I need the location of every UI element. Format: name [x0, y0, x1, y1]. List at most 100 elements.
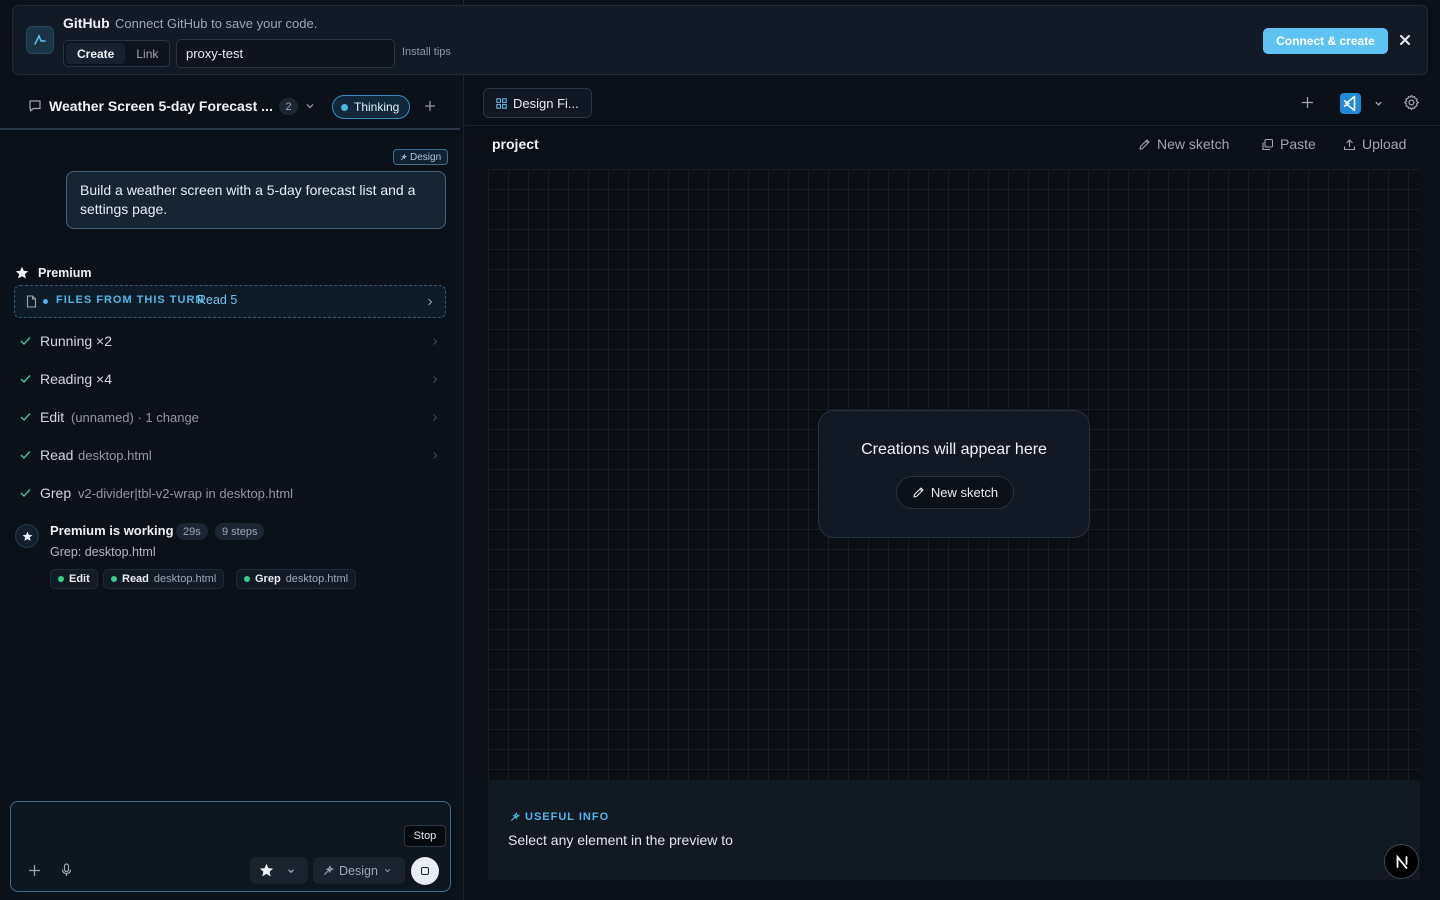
- empty-state-title: Creations will appear here: [861, 441, 1047, 458]
- chevron-right-icon: [426, 297, 434, 307]
- step-row-edit[interactable]: Edit (unnamed) · 1 change: [20, 407, 445, 429]
- toolbar-divider: [465, 125, 1440, 126]
- chat-header: Weather Screen 5-day Forecast ... 2 Thin…: [0, 84, 460, 130]
- chevron-down-icon[interactable]: [1373, 98, 1384, 109]
- segment-link[interactable]: Link: [125, 43, 169, 64]
- upload-label: Upload: [1362, 136, 1407, 152]
- chip-action: Read: [122, 573, 149, 585]
- step-row-read[interactable]: Read desktop.html: [20, 445, 445, 467]
- close-icon[interactable]: [1397, 32, 1413, 48]
- stop-button[interactable]: [411, 857, 439, 885]
- copy-icon: [1262, 138, 1274, 150]
- chevron-right-icon: [432, 337, 438, 346]
- chevron-down-icon: [384, 869, 391, 873]
- tab-label: Design Fi...: [513, 95, 579, 111]
- message-mode-tag: Design: [393, 149, 449, 165]
- chevron-down-icon[interactable]: [304, 100, 316, 112]
- chat-count-badge: 2: [279, 98, 298, 115]
- install-tips-link[interactable]: Install tips: [402, 46, 451, 58]
- agent-name: Premium: [38, 266, 92, 280]
- chip-file: desktop.html: [285, 573, 349, 585]
- file-icon: [26, 295, 37, 308]
- step-detail: desktop.html: [78, 448, 152, 463]
- tab-design-files[interactable]: Design Fi...: [483, 88, 592, 118]
- activity-chip-read: Read desktop.html: [103, 569, 225, 589]
- status-dot: [58, 576, 64, 582]
- files-label: FILES FROM THIS TURN: [56, 294, 205, 306]
- pencil-icon: [913, 487, 924, 498]
- chat-bubble-icon: [28, 99, 42, 113]
- info-label-text: USEFUL INFO: [525, 811, 610, 823]
- step-label: Edit: [40, 409, 65, 425]
- useful-info-text: Select any element in the preview to: [508, 832, 733, 848]
- files-read-count: Read 5: [197, 293, 238, 307]
- status-dot: [111, 576, 117, 582]
- new-sketch-label: New sketch: [1157, 136, 1230, 152]
- mode-selector[interactable]: Design: [313, 857, 405, 884]
- files-from-turn[interactable]: FILES FROM THIS TURN Read 5: [14, 285, 446, 318]
- segment-create[interactable]: Create: [66, 43, 126, 64]
- sparkle-icon: [400, 153, 407, 160]
- paste-label: Paste: [1280, 136, 1316, 152]
- step-detail: v2-divider|tbl-v2-wrap in desktop.html: [78, 486, 294, 501]
- step-label: Grep: [40, 485, 72, 501]
- useful-info-panel: USEFUL INFO Select any element in the pr…: [488, 780, 1420, 880]
- create-link-toggle: Create Link: [63, 40, 170, 67]
- activity-chip-grep: Grep desktop.html: [236, 569, 357, 589]
- microphone-icon[interactable]: [60, 863, 73, 877]
- pencil-icon: [1139, 138, 1150, 150]
- add-tab-plus-icon[interactable]: [1301, 96, 1314, 109]
- paste-button[interactable]: Paste: [1261, 136, 1316, 152]
- thinking-status-pill[interactable]: Thinking: [332, 95, 410, 119]
- check-icon: [20, 450, 31, 460]
- studio-logo-icon: [26, 26, 54, 54]
- star-icon: [259, 863, 274, 877]
- model-selector[interactable]: [250, 857, 308, 884]
- github-title: GitHub: [63, 15, 110, 31]
- star-icon: [15, 266, 29, 279]
- working-title: Premium is working: [50, 523, 174, 538]
- star-icon: [22, 531, 32, 541]
- vscode-icon[interactable]: [1340, 93, 1361, 114]
- check-icon: [20, 488, 31, 498]
- status-dot: [244, 576, 250, 582]
- design-tag-label: Design: [410, 151, 442, 163]
- upload-button[interactable]: Upload: [1343, 136, 1406, 152]
- useful-info-label: USEFUL INFO: [510, 811, 609, 823]
- chip-file: desktop.html: [153, 573, 217, 585]
- stop-tooltip: Stop: [404, 825, 446, 847]
- chip-action: Edit: [69, 573, 90, 585]
- chevron-down-icon: [288, 868, 294, 873]
- step-label: Read: [40, 447, 74, 463]
- empty-button-label: New sketch: [930, 485, 999, 500]
- user-message: Build a weather screen with a 5-day fore…: [66, 171, 446, 229]
- repo-name-input[interactable]: [176, 39, 395, 68]
- upload-icon: [1343, 138, 1356, 150]
- step-detail: (unnamed) · 1 change: [71, 410, 199, 425]
- github-description: Connect GitHub to save your code.: [115, 16, 318, 31]
- connect-create-button[interactable]: Connect & create: [1263, 28, 1388, 54]
- premium-avatar: [15, 524, 39, 548]
- new-chat-plus-icon[interactable]: [424, 100, 436, 112]
- check-icon: [20, 374, 31, 384]
- files-dot: [43, 299, 48, 304]
- working-current-action: Grep: desktop.html: [50, 545, 156, 559]
- step-row-grep[interactable]: Grep v2-divider|tbl-v2-wrap in desktop.h…: [20, 483, 445, 505]
- chip-action: Grep: [255, 573, 281, 585]
- sparkle-icon: [510, 812, 520, 822]
- new-sketch-button[interactable]: New sketch: [1138, 136, 1229, 152]
- chat-panel: Weather Screen 5-day Forecast ... 2 Thin…: [0, 0, 464, 900]
- grid-icon: [496, 97, 507, 109]
- step-row-reading[interactable]: Reading ×4: [20, 369, 445, 391]
- next-logo-icon[interactable]: [1384, 844, 1419, 879]
- thinking-label: Thinking: [354, 100, 400, 114]
- chevron-right-icon: [432, 375, 438, 384]
- chat-title[interactable]: Weather Screen 5-day Forecast ...: [49, 98, 273, 114]
- attach-plus-icon[interactable]: [28, 864, 41, 877]
- empty-state-card: Creations will appear here New sketch: [818, 410, 1090, 538]
- project-title: project: [492, 136, 539, 152]
- step-row-running[interactable]: Running ×2: [20, 331, 445, 353]
- gear-icon[interactable]: [1403, 94, 1420, 111]
- empty-new-sketch-button[interactable]: New sketch: [896, 476, 1014, 509]
- status-dot: [341, 103, 348, 111]
